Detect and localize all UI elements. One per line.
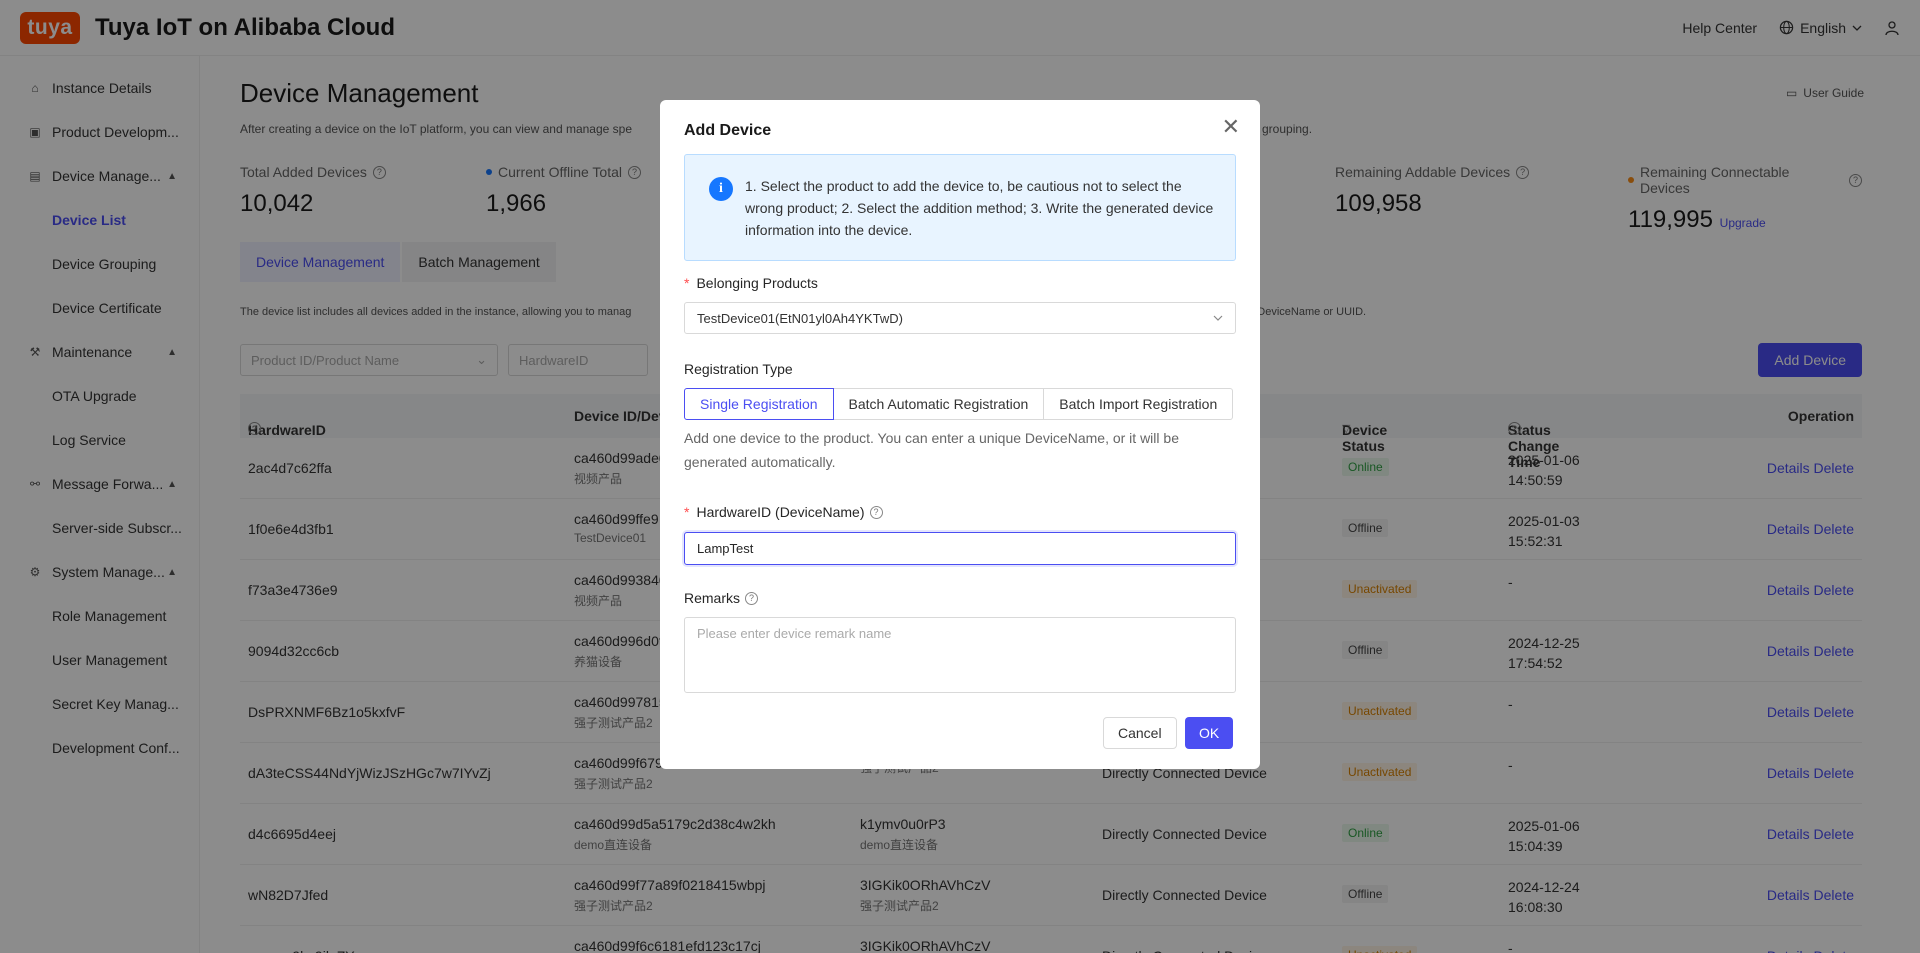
info-alert: i 1. Select the product to add the devic…	[684, 154, 1236, 261]
label-text: Belonging Products	[696, 275, 818, 291]
remarks-textarea[interactable]	[684, 617, 1236, 693]
close-icon[interactable]: ✕	[1222, 116, 1240, 138]
hardware-id-input[interactable]	[684, 532, 1236, 565]
product-select[interactable]: TestDevice01(EtN01yl0Ah4YKTwD)	[684, 302, 1236, 334]
info-icon: i	[709, 177, 733, 201]
required-asterisk: *	[684, 275, 690, 291]
label-text: Remarks	[684, 590, 741, 606]
dialog-title: Add Device	[684, 122, 772, 139]
help-icon[interactable]: ?	[745, 591, 759, 605]
remarks-field-label: Remarks?	[684, 590, 759, 606]
registration-type-label: Registration Type	[684, 361, 793, 377]
label-text: HardwareID (DeviceName)	[696, 504, 865, 520]
add-device-dialog: Add Device ✕ i 1. Select the product to …	[660, 100, 1260, 769]
batch-automatic-registration-option[interactable]: Batch Automatic Registration	[833, 388, 1045, 420]
product-select-value: TestDevice01(EtN01yl0Ah4YKTwD)	[697, 310, 903, 326]
registration-type-group: Single Registration Batch Automatic Regi…	[684, 388, 1234, 420]
help-icon[interactable]: ?	[869, 505, 883, 519]
chevron-down-icon	[1213, 315, 1223, 321]
registration-help-text: Add one device to the product. You can e…	[684, 430, 1179, 470]
cancel-button[interactable]: Cancel	[1103, 717, 1177, 749]
ok-button[interactable]: OK	[1185, 717, 1234, 749]
single-registration-option[interactable]: Single Registration	[684, 388, 834, 420]
required-asterisk: *	[684, 504, 690, 520]
info-text: 1. Select the product to add the device …	[745, 178, 1214, 238]
batch-import-registration-option[interactable]: Batch Import Registration	[1044, 388, 1234, 420]
product-field-label: * Belonging Products	[684, 275, 818, 291]
hardware-id-field-label: * HardwareID (DeviceName)?	[684, 504, 883, 520]
